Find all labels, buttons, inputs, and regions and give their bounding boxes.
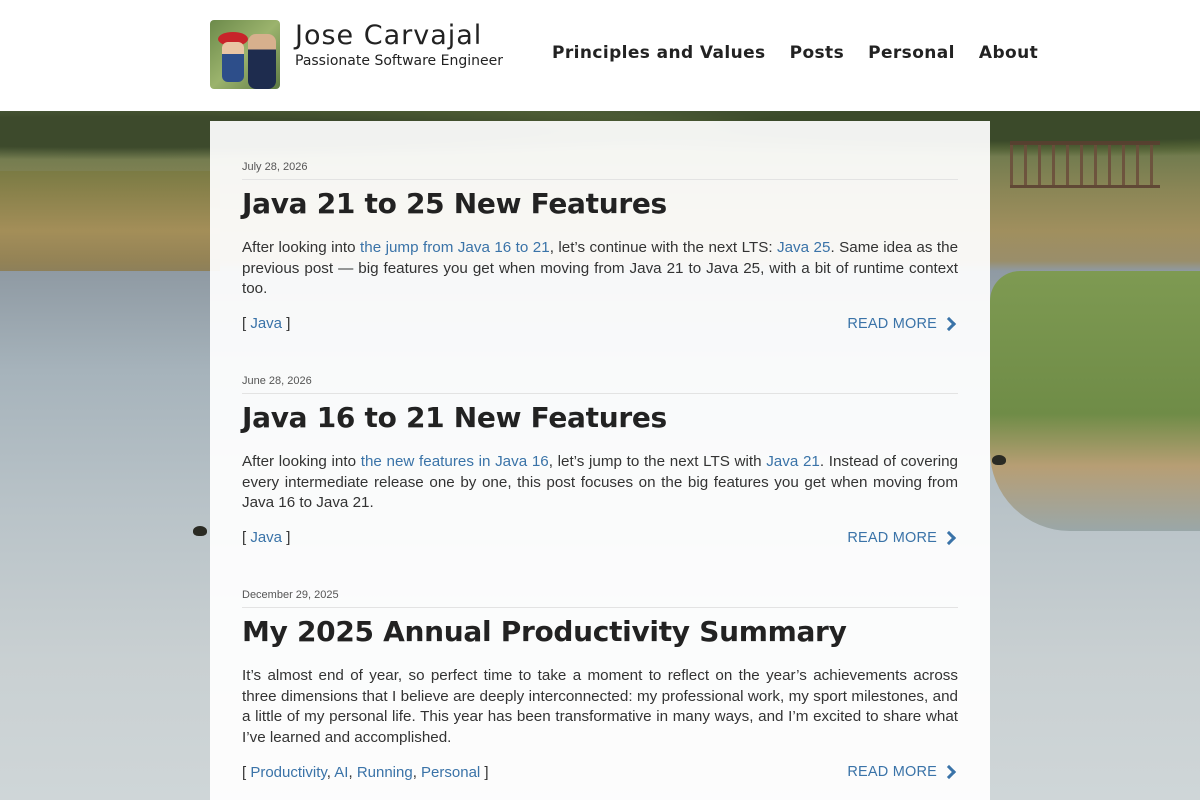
background-bridge: [1010, 141, 1160, 188]
post-tags: [ Java ]: [242, 529, 291, 547]
background-duck: [193, 526, 207, 536]
nav-principles-and-values[interactable]: Principles and Values: [552, 43, 766, 63]
read-more-link[interactable]: READ MORE: [847, 764, 958, 780]
post-summary: After looking into the new features in J…: [242, 452, 958, 514]
site-header: Jose Carvajal Passionate Software Engine…: [0, 0, 1200, 111]
summary-text: , let’s jump to the next LTS with: [548, 453, 767, 470]
site-tagline: Passionate Software Engineer: [295, 53, 503, 69]
avatar-child: [222, 42, 244, 82]
post-tags: [ Java ]: [242, 315, 291, 333]
post-item: June 28, 2026 Java 16 to 21 New Features…: [242, 375, 958, 546]
tag-link[interactable]: Productivity: [250, 764, 326, 781]
post-footer: [ Java ] READ MORE: [242, 529, 958, 546]
summary-text: It’s almost end of year, so perfect time…: [242, 667, 958, 747]
post-title[interactable]: My 2025 Annual Productivity Summary: [242, 614, 958, 650]
summary-text: After looking into: [242, 239, 361, 256]
post-item: July 28, 2026 Java 21 to 25 New Features…: [242, 161, 958, 332]
read-more-label: READ MORE: [847, 764, 937, 781]
post-summary: It’s almost end of year, so perfect time…: [242, 666, 958, 749]
background-duck: [992, 455, 1006, 465]
read-more-label: READ MORE: [847, 529, 937, 546]
summary-link[interactable]: the jump from Java 16 to 21: [360, 239, 550, 256]
post-date: June 28, 2026: [242, 375, 958, 394]
post-date: December 29, 2025: [242, 589, 958, 608]
post-summary: After looking into the jump from Java 16…: [242, 238, 958, 300]
tag-link[interactable]: Personal: [421, 764, 480, 781]
summary-text: After looking into: [242, 453, 361, 470]
post-title[interactable]: Java 16 to 21 New Features: [242, 400, 958, 436]
chevron-right-icon: [941, 765, 957, 780]
post-list: July 28, 2026 Java 21 to 25 New Features…: [210, 121, 990, 800]
nav-personal[interactable]: Personal: [868, 43, 955, 63]
nav-about[interactable]: About: [979, 43, 1038, 63]
main-nav: Principles and Values Posts Personal Abo…: [552, 43, 1038, 63]
read-more-link[interactable]: READ MORE: [847, 316, 958, 332]
summary-link[interactable]: Java 25: [777, 239, 830, 256]
summary-link[interactable]: the new features in Java 16: [361, 453, 549, 470]
avatar-man: [248, 34, 276, 89]
site-title[interactable]: Jose Carvajal: [295, 19, 503, 53]
background-reeds: [0, 171, 220, 271]
avatar[interactable]: [210, 20, 280, 89]
read-more-link[interactable]: READ MORE: [847, 530, 958, 546]
tag-link[interactable]: AI: [334, 764, 348, 781]
chevron-right-icon: [941, 316, 957, 331]
post-footer: [ Java ] READ MORE: [242, 315, 958, 332]
nav-posts[interactable]: Posts: [790, 43, 845, 63]
post-item: December 29, 2025 My 2025 Annual Product…: [242, 589, 958, 781]
summary-text: , let’s continue with the next LTS:: [549, 239, 778, 256]
post-title[interactable]: Java 21 to 25 New Features: [242, 186, 958, 222]
post-date: July 28, 2026: [242, 161, 958, 180]
chevron-right-icon: [941, 530, 957, 545]
read-more-label: READ MORE: [847, 315, 937, 332]
background-island: [990, 271, 1200, 531]
tag-link[interactable]: Running: [357, 764, 413, 781]
brand-text: Jose Carvajal Passionate Software Engine…: [295, 20, 503, 69]
post-tags: [ Productivity, AI, Running, Personal ]: [242, 763, 489, 781]
tag-link[interactable]: Java: [250, 315, 282, 332]
summary-link[interactable]: Java 21: [766, 453, 820, 470]
post-footer: [ Productivity, AI, Running, Personal ] …: [242, 764, 958, 781]
site-brand[interactable]: Jose Carvajal Passionate Software Engine…: [210, 20, 503, 89]
tag-link[interactable]: Java: [250, 529, 282, 546]
